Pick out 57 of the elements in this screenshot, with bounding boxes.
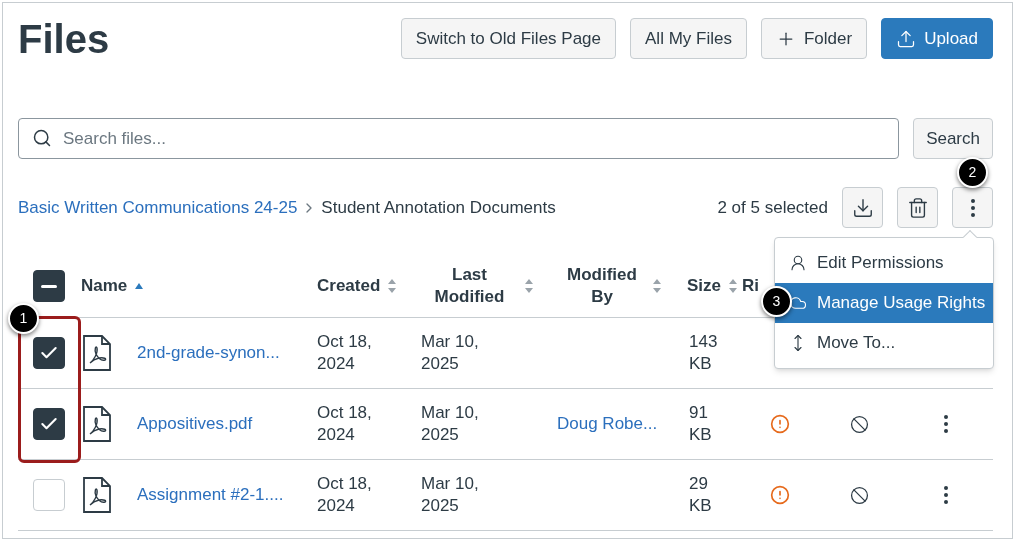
pdf-file-icon xyxy=(82,406,112,442)
header-button[interactable]: All My Files xyxy=(630,18,747,59)
page-title: Files xyxy=(18,18,110,59)
breadcrumb-link[interactable]: Basic Written Communications 24-25 xyxy=(18,194,298,221)
column-header[interactable]: Last Modified xyxy=(422,264,517,308)
trash-icon xyxy=(906,196,929,219)
column-header[interactable]: Created xyxy=(317,275,381,297)
file-name-link[interactable]: Appositives.pdf xyxy=(137,414,253,433)
search-icon xyxy=(32,128,52,148)
callout-badge: 2 xyxy=(957,157,988,188)
delete-button[interactable] xyxy=(897,187,938,228)
download-icon xyxy=(851,196,874,219)
minus-icon xyxy=(41,284,57,288)
search-button[interactable]: Search xyxy=(913,118,993,159)
warning-icon[interactable] xyxy=(770,414,790,434)
add-folder-button[interactable]: Folder xyxy=(760,18,868,59)
breadcrumb-current: Student Annotation Documents xyxy=(321,196,556,219)
modified-date: Mar 10, 2025 xyxy=(421,331,480,375)
modified-date: Mar 10, 2025 xyxy=(421,473,480,517)
column-header[interactable]: Name xyxy=(81,275,128,297)
file-size: 29 KB xyxy=(689,473,713,517)
checkbox[interactable] xyxy=(33,270,65,302)
checkbox[interactable] xyxy=(33,408,65,440)
menu-item[interactable]: Move To... xyxy=(775,323,993,363)
vertical-dots-icon xyxy=(970,198,975,217)
upload-icon xyxy=(896,28,917,49)
cloud-icon xyxy=(789,294,807,312)
checkbox[interactable] xyxy=(33,337,65,369)
created-date: Oct 18, 2024 xyxy=(317,402,373,446)
created-date: Oct 18, 2024 xyxy=(317,473,373,517)
modified-date: Mar 10, 2025 xyxy=(421,402,480,446)
column-header[interactable]: Size xyxy=(687,275,722,297)
upload-button[interactable]: Upload xyxy=(881,18,993,59)
created-date: Oct 18, 2024 xyxy=(317,331,373,375)
file-size: 91 KB xyxy=(689,402,713,446)
column-header[interactable]: Ri xyxy=(742,275,759,297)
file-name-link[interactable]: Assignment #2-1.... xyxy=(137,485,284,504)
blocked-icon[interactable] xyxy=(850,485,869,505)
user-icon xyxy=(789,254,807,272)
more-options-button[interactable] xyxy=(952,187,993,228)
file-size: 143 KB xyxy=(689,331,719,375)
selection-count: 2 of 5 selected xyxy=(717,196,828,219)
header-button[interactable]: Switch to Old Files Page xyxy=(400,18,617,59)
vertical-dots-icon[interactable] xyxy=(944,415,948,433)
callout-badge: 1 xyxy=(8,303,39,334)
vertical-dots-icon[interactable] xyxy=(944,486,948,504)
pdf-file-icon xyxy=(82,477,112,513)
download-button[interactable] xyxy=(842,187,883,228)
column-header[interactable]: Modified By xyxy=(559,264,645,308)
modified-by-link[interactable]: Doug Robe... xyxy=(557,414,658,433)
blocked-icon[interactable] xyxy=(850,414,869,434)
callout-badge: 3 xyxy=(761,286,792,317)
menu-item[interactable]: Edit Permissions xyxy=(775,243,993,283)
search-field[interactable]: Search files... xyxy=(18,118,900,159)
warning-icon[interactable] xyxy=(770,485,790,505)
pdf-file-icon xyxy=(82,335,112,371)
file-name-link[interactable]: 2nd-grade-synon... xyxy=(137,343,280,362)
